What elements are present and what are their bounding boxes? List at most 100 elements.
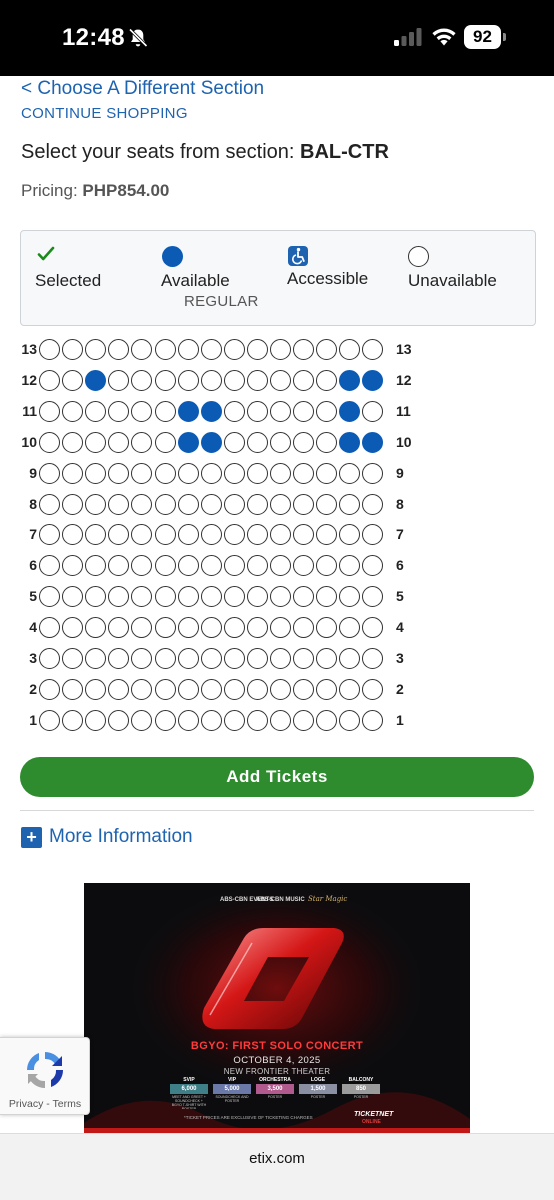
seat-unavailable: [200, 709, 222, 731]
seat-available[interactable]: [200, 400, 222, 422]
choose-different-section-link[interactable]: < Choose A Different Section: [21, 78, 264, 100]
poster-tier-note: POSTER: [353, 1095, 369, 1099]
seat-unavailable: [108, 617, 130, 639]
seat-unavailable: [62, 555, 84, 577]
row-label-right: 9: [396, 464, 404, 481]
row-label-left: 13: [21, 341, 37, 357]
seat-unavailable: [223, 586, 245, 608]
seat-unavailable: [223, 678, 245, 700]
seat-unavailable: [339, 678, 361, 700]
poster-tier: ORCHESTRA 3,500 POSTER: [256, 1077, 294, 1111]
seat-unavailable: [131, 555, 153, 577]
seat-unavailable: [131, 400, 153, 422]
poster-tier-note: POSTER: [310, 1095, 326, 1099]
seat-unavailable: [62, 493, 84, 515]
seat-available[interactable]: [339, 431, 361, 453]
seat-unavailable: [246, 369, 268, 391]
recaptcha-privacy-terms[interactable]: Privacy - Terms: [0, 1098, 90, 1110]
continue-shopping-link[interactable]: CONTINUE SHOPPING: [21, 105, 188, 122]
seat-unavailable: [270, 678, 291, 700]
seat-unavailable: [223, 462, 245, 484]
browser-url-bar[interactable]: etix.com: [0, 1133, 554, 1200]
seat-unavailable: [39, 400, 60, 422]
seat-unavailable: [85, 586, 107, 608]
seat-unavailable: [131, 339, 153, 360]
row-label-left: 2: [29, 680, 37, 697]
poster-tier-price: 5,000: [213, 1084, 251, 1094]
seat-unavailable: [223, 493, 245, 515]
seat-available[interactable]: [339, 400, 361, 422]
seat-available[interactable]: [200, 431, 222, 453]
seat-unavailable: [85, 431, 107, 453]
seat-unavailable: [85, 462, 107, 484]
seat-unavailable: [316, 369, 338, 391]
seat-unavailable: [131, 648, 153, 669]
seat-unavailable: [316, 524, 338, 546]
seat-unavailable: [316, 617, 338, 639]
row-label-left: 5: [29, 588, 37, 605]
seat-unavailable: [154, 648, 176, 669]
seat-unavailable: [39, 339, 60, 360]
row-label-right: 11: [396, 402, 411, 419]
seat-unavailable: [108, 431, 130, 453]
battery-cap: [503, 33, 506, 41]
seat-unavailable: [177, 369, 199, 391]
seat-unavailable: [154, 617, 176, 639]
seat-unavailable: [62, 431, 84, 453]
seat-unavailable: [362, 462, 384, 484]
recaptcha-badge[interactable]: Privacy - Terms: [0, 1037, 90, 1115]
seat-unavailable: [154, 555, 176, 577]
seat-unavailable: [223, 617, 245, 639]
seat-unavailable: [154, 339, 176, 360]
seat-available[interactable]: [177, 431, 199, 453]
add-tickets-button[interactable]: Add Tickets: [20, 757, 534, 797]
wheelchair-icon: [288, 246, 308, 266]
seat-unavailable: [270, 524, 291, 546]
seat-unavailable: [362, 709, 384, 731]
seat-unavailable: [339, 617, 361, 639]
seat-unavailable: [108, 555, 130, 577]
seat-unavailable: [39, 524, 60, 546]
seat-unavailable: [108, 709, 130, 731]
seat-unavailable: [223, 555, 245, 577]
seat-available[interactable]: [85, 369, 107, 391]
poster-tier-name: LOGE: [310, 1077, 326, 1083]
seat-unavailable: [293, 369, 315, 391]
seat-unavailable: [200, 524, 222, 546]
seat-unavailable: [270, 339, 291, 360]
seat-unavailable: [339, 339, 361, 360]
poster-tier-price: 6,000: [170, 1084, 208, 1094]
row-label-right: 10: [396, 433, 412, 450]
seat-unavailable: [270, 617, 291, 639]
seat-unavailable: [246, 617, 268, 639]
seat-unavailable: [316, 339, 338, 360]
unavailable-seat-icon: [408, 246, 429, 267]
seat-unavailable: [293, 617, 315, 639]
seat-unavailable: [223, 709, 245, 731]
poster-logo-starmagic: Star Magic: [308, 895, 348, 903]
seat-available[interactable]: [362, 431, 384, 453]
seat-available[interactable]: [177, 400, 199, 422]
seat-unavailable: [246, 493, 268, 515]
seat-unavailable: [270, 555, 291, 577]
battery-level: 92: [464, 25, 501, 49]
url-text: etix.com: [249, 1150, 305, 1167]
row-label-left: 8: [29, 495, 37, 512]
seat-unavailable: [39, 431, 60, 453]
seat-unavailable: [39, 678, 60, 700]
row-label-left: 11: [22, 402, 37, 419]
seat-unavailable: [62, 678, 84, 700]
seat-unavailable: [39, 555, 60, 577]
seat-available[interactable]: [362, 369, 384, 391]
seat-unavailable: [223, 648, 245, 669]
seat-unavailable: [362, 555, 384, 577]
battery-icon: 92: [464, 25, 506, 49]
seat-unavailable: [316, 431, 338, 453]
seat-unavailable: [200, 493, 222, 515]
seat-available[interactable]: [339, 369, 361, 391]
section-heading: Select your seats from section: BAL-CTR: [21, 141, 389, 164]
seat-unavailable: [108, 369, 130, 391]
poster-tier-price: 1,500: [299, 1084, 337, 1094]
seat-unavailable: [154, 462, 176, 484]
seat-unavailable: [85, 555, 107, 577]
